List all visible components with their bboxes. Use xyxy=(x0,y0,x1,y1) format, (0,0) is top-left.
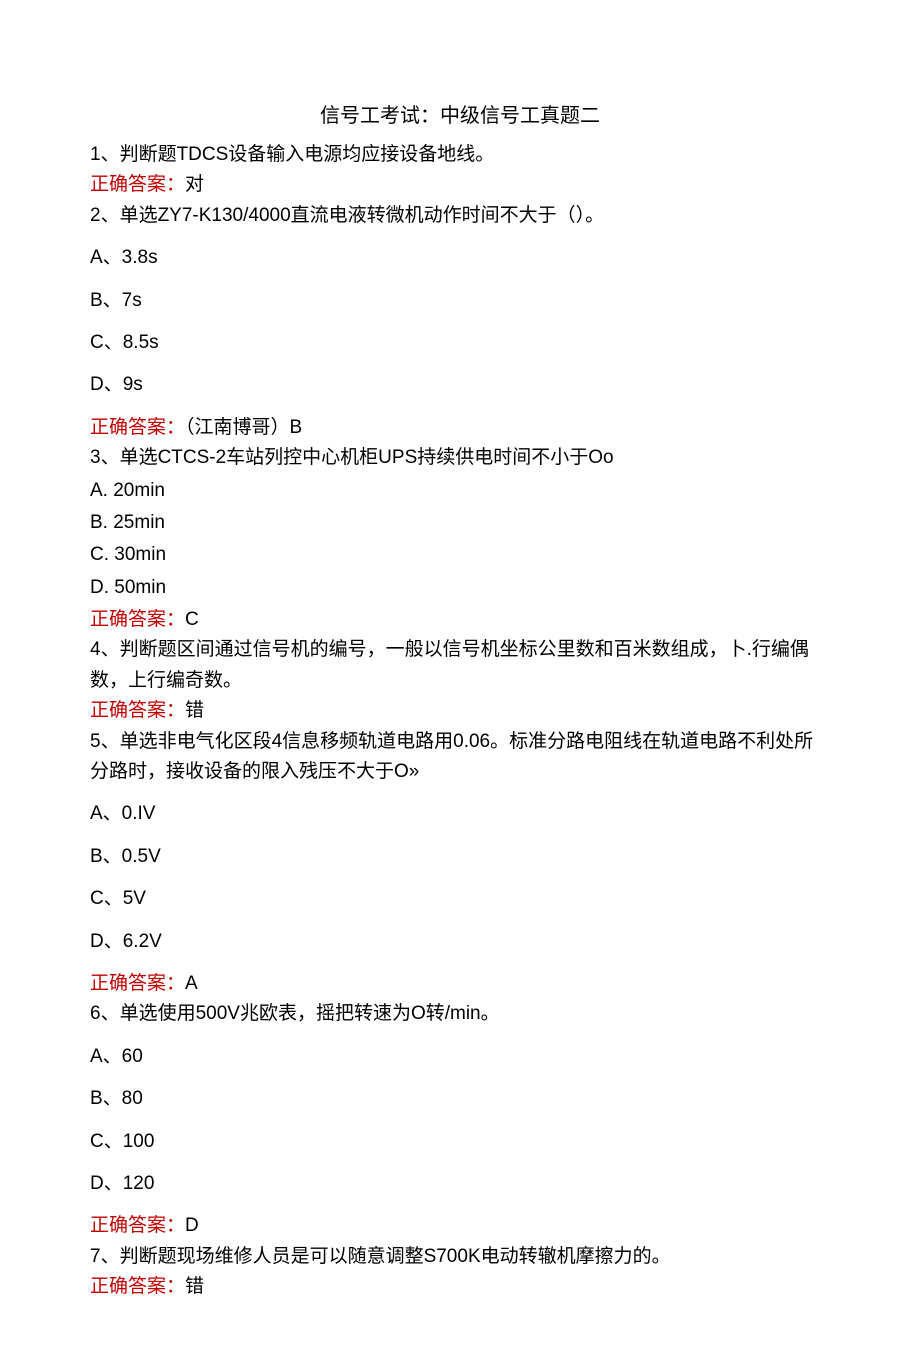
question-text: 7、判断题现场维修人员是可以随意调整S700K电动转辙机摩擦力的。 xyxy=(90,1242,830,1272)
answer-value: D xyxy=(185,1215,199,1236)
question-text: 5、单选非电气化区段4信息移频轨道电路用0.06。标准分路电阻线在轨道电路不利处… xyxy=(90,727,830,788)
answer-value: C xyxy=(185,609,199,630)
answer-value: 错 xyxy=(185,700,204,721)
option-d: D、6.2V xyxy=(90,927,830,957)
answer-label: 正确答案： xyxy=(90,700,185,721)
answer-label: 正确答案： xyxy=(90,417,185,438)
answer-line: 正确答案：错 xyxy=(90,696,830,726)
question-text: 1、判断题TDCS设备输入电源均应接设备地线。 xyxy=(90,140,830,170)
question-2: 2、单选ZY7-K130/4000直流电液转微机动作时间不大于（）。 A、3.8… xyxy=(90,201,830,443)
option-b: B、80 xyxy=(90,1084,830,1114)
option-d: D、9s xyxy=(90,370,830,400)
question-3: 3、单选CTCS-2车站列控中心机柜UPS持续供电时间不小于Oo A. 20mi… xyxy=(90,443,830,635)
option-a: A、60 xyxy=(90,1042,830,1072)
question-text: 6、单选使用500V兆欧表，摇把转速为O转/min。 xyxy=(90,999,830,1029)
answer-line: 正确答案：C xyxy=(90,605,830,635)
options: A、0.IV B、0.5V C、5V D、6.2V xyxy=(90,799,830,957)
answer-line: 正确答案：（江南博哥）B xyxy=(90,413,830,443)
answer-value: 错 xyxy=(185,1276,204,1297)
option-b: B、0.5V xyxy=(90,842,830,872)
page-title: 信号工考试：中级信号工真题二 xyxy=(90,100,830,132)
option-a: A、0.IV xyxy=(90,799,830,829)
option-a: A、3.8s xyxy=(90,243,830,273)
question-7: 7、判断题现场维修人员是可以随意调整S700K电动转辙机摩擦力的。 正确答案：错 xyxy=(90,1242,830,1303)
answer-label: 正确答案： xyxy=(90,174,185,195)
option-c: C、5V xyxy=(90,884,830,914)
option-a: A. 20min xyxy=(90,476,830,506)
question-4: 4、判断题区间通过信号机的编号，一般以信号机坐标公里数和百米数组成，卜.行编偶数… xyxy=(90,635,830,726)
option-d: D、120 xyxy=(90,1169,830,1199)
answer-line: 正确答案：A xyxy=(90,969,830,999)
answer-label: 正确答案： xyxy=(90,1215,185,1236)
answer-label: 正确答案： xyxy=(90,609,185,630)
answer-line: 正确答案：D xyxy=(90,1211,830,1241)
answer-label: 正确答案： xyxy=(90,1276,185,1297)
answer-line: 正确答案：错 xyxy=(90,1272,830,1302)
option-c: C. 30min xyxy=(90,540,830,570)
question-6: 6、单选使用500V兆欧表，摇把转速为O转/min。 A、60 B、80 C、1… xyxy=(90,999,830,1241)
answer-label: 正确答案： xyxy=(90,973,185,994)
answer-value: 对 xyxy=(185,174,204,195)
options: A、3.8s B、7s C、8.5s D、9s xyxy=(90,243,830,401)
question-5: 5、单选非电气化区段4信息移频轨道电路用0.06。标准分路电阻线在轨道电路不利处… xyxy=(90,727,830,1000)
option-c: C、100 xyxy=(90,1127,830,1157)
options: A. 20min B. 25min C. 30min D. 50min xyxy=(90,476,830,604)
answer-value: A xyxy=(185,973,198,994)
option-c: C、8.5s xyxy=(90,328,830,358)
question-1: 1、判断题TDCS设备输入电源均应接设备地线。 正确答案：对 xyxy=(90,140,830,201)
answer-line: 正确答案：对 xyxy=(90,170,830,200)
question-text: 4、判断题区间通过信号机的编号，一般以信号机坐标公里数和百米数组成，卜.行编偶数… xyxy=(90,635,830,696)
option-b: B. 25min xyxy=(90,508,830,538)
option-d: D. 50min xyxy=(90,573,830,603)
option-b: B、7s xyxy=(90,286,830,316)
question-text: 2、单选ZY7-K130/4000直流电液转微机动作时间不大于（）。 xyxy=(90,201,830,231)
question-text: 3、单选CTCS-2车站列控中心机柜UPS持续供电时间不小于Oo xyxy=(90,443,830,473)
options: A、60 B、80 C、100 D、120 xyxy=(90,1042,830,1200)
answer-value: （江南博哥）B xyxy=(185,417,302,438)
